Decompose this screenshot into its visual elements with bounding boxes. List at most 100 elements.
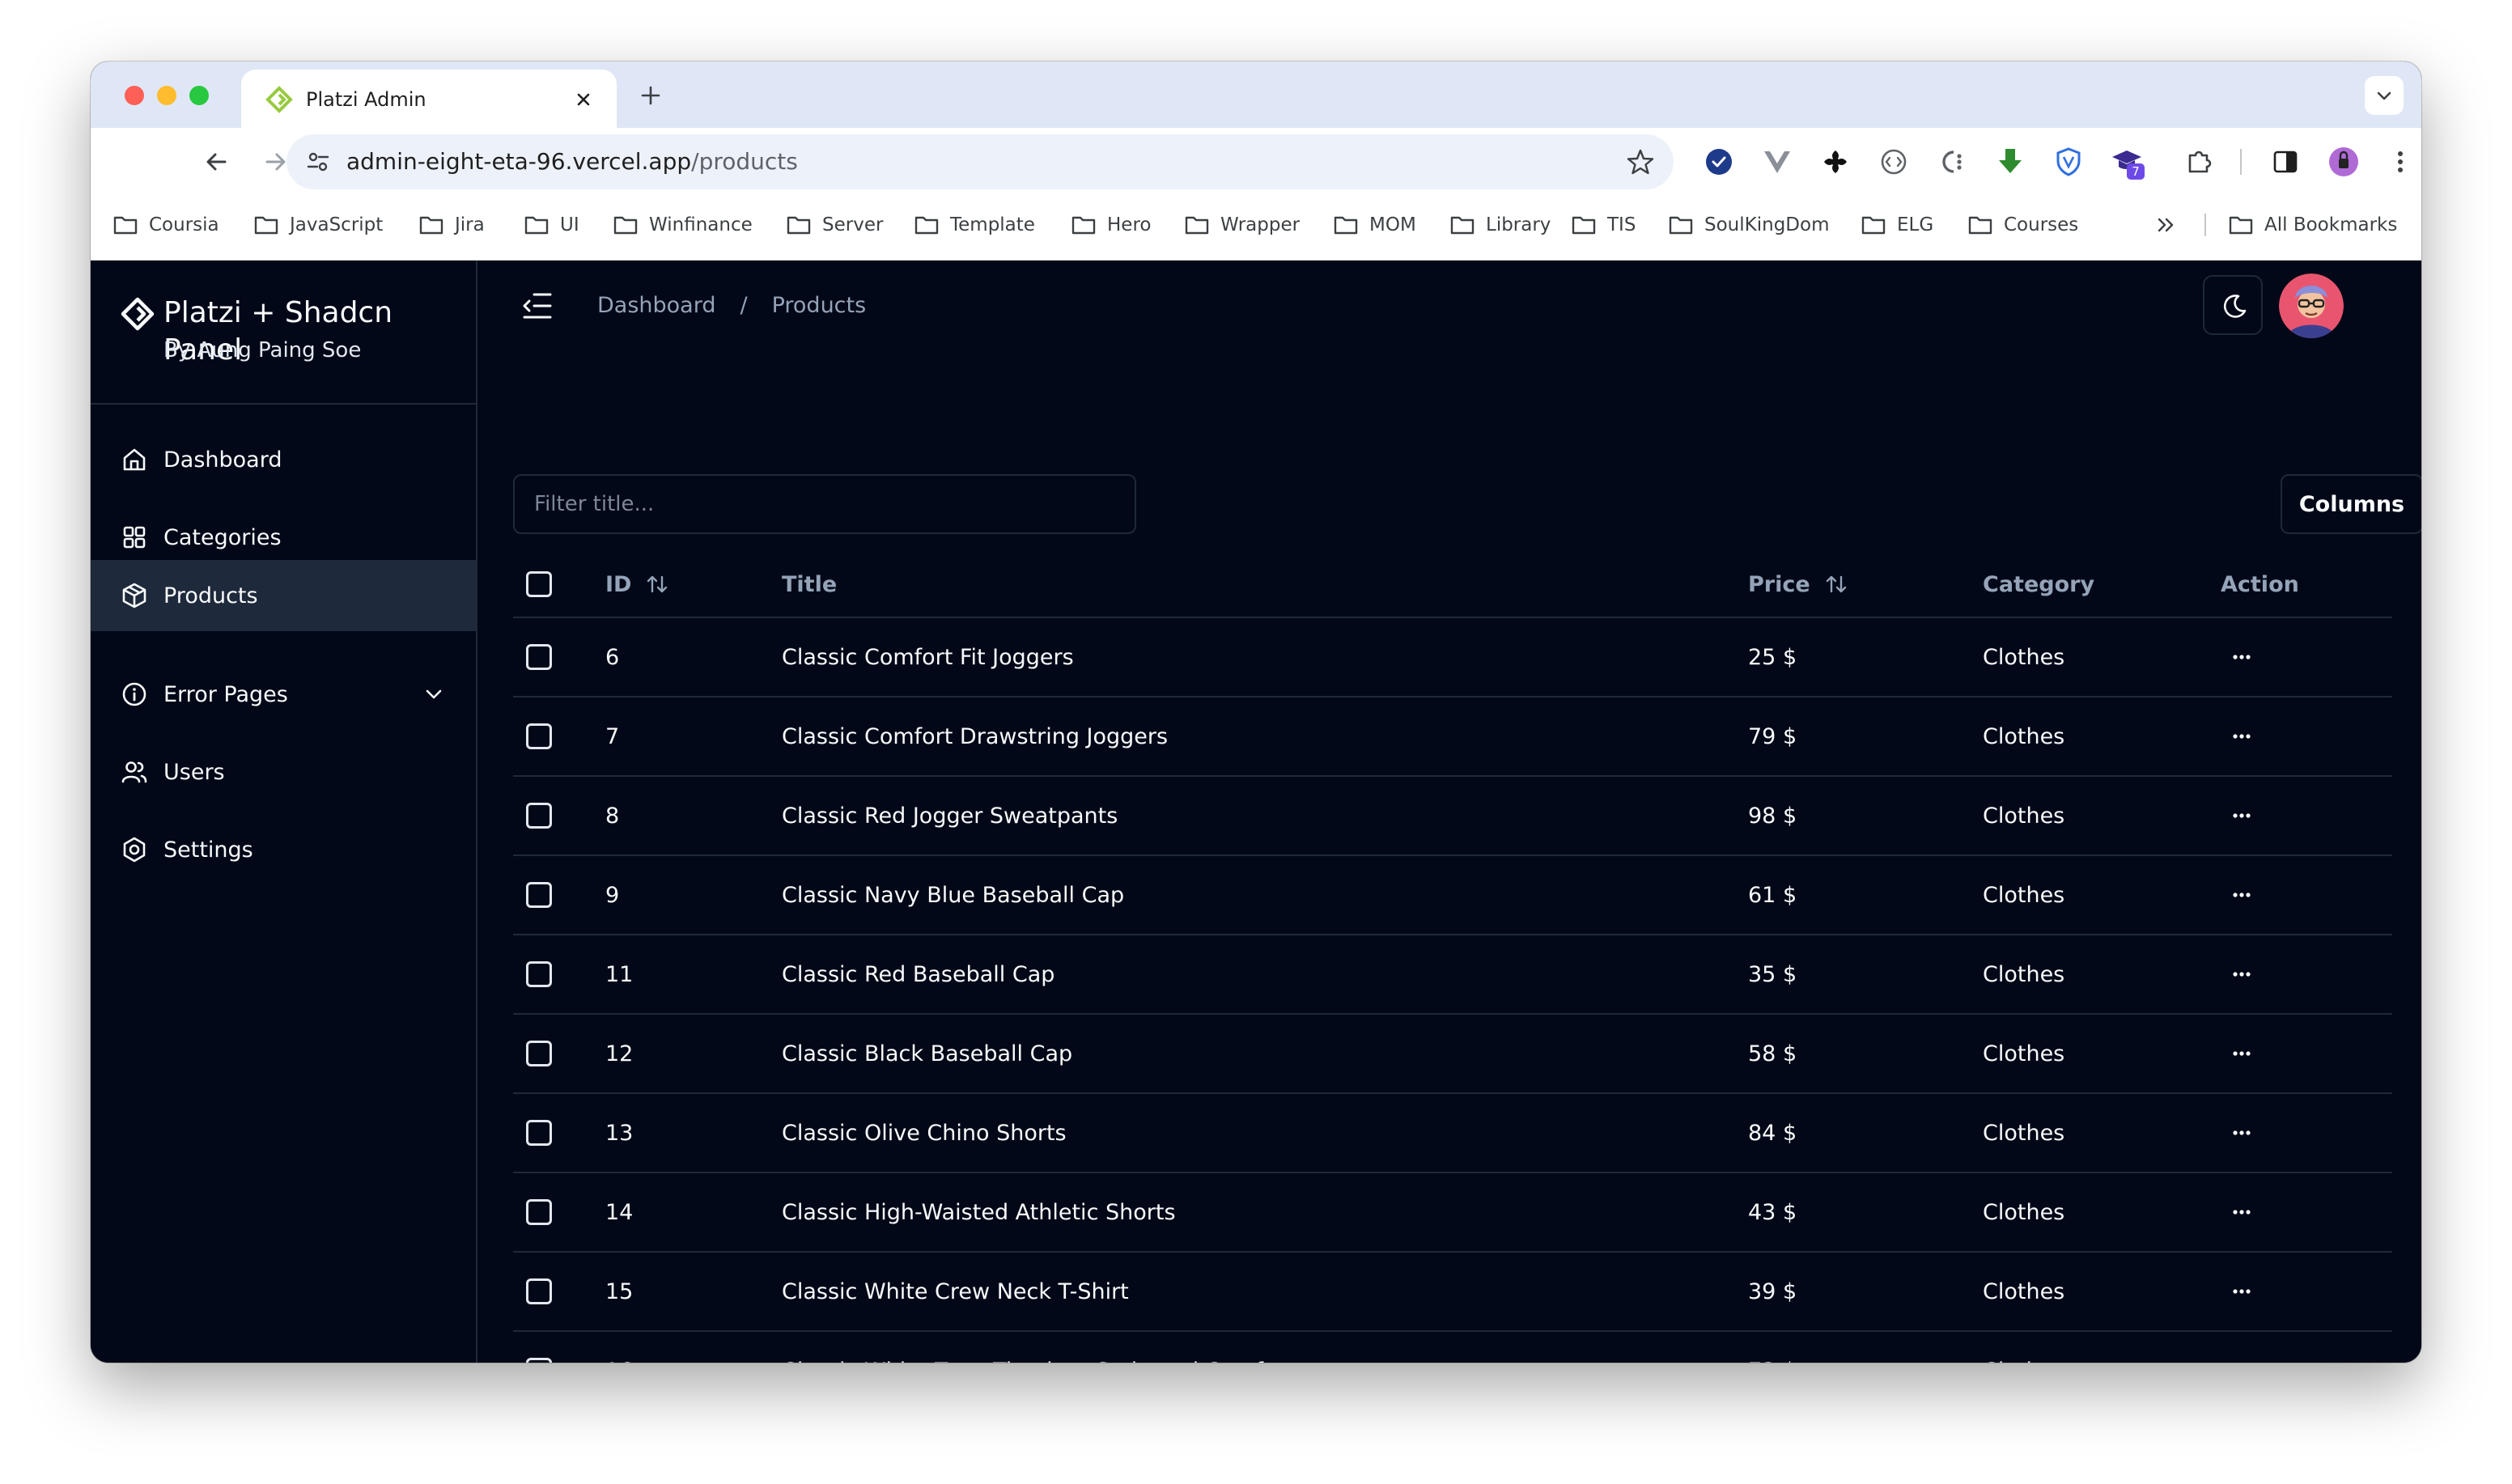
site-settings-icon[interactable] [304, 148, 332, 176]
row-checkbox[interactable] [526, 961, 552, 987]
sidebar-item-error-pages[interactable]: Error Pages [91, 659, 476, 730]
close-window-button[interactable] [125, 86, 144, 105]
row-checkbox[interactable] [526, 644, 552, 670]
theme-toggle-button[interactable] [2203, 275, 2263, 335]
columns-button[interactable]: Columns [2281, 474, 2421, 534]
colorzilla-extension-icon[interactable] [1934, 144, 1970, 180]
bookmark-label: Jira [455, 214, 485, 235]
select-all-checkbox[interactable] [526, 571, 552, 597]
more-horizontal-icon[interactable] [2227, 1039, 2256, 1068]
row-title: Classic White Crew Neck T-Shirt [782, 1278, 1129, 1304]
browser-menu-icon[interactable] [2383, 144, 2418, 180]
more-horizontal-icon[interactable] [2227, 1118, 2256, 1147]
more-horizontal-icon[interactable] [2227, 880, 2256, 909]
bookmark-item[interactable]: Wrapper [1185, 202, 1300, 248]
bookmark-item[interactable]: Library [1450, 202, 1551, 248]
more-horizontal-icon[interactable] [2227, 1356, 2256, 1363]
bookmark-item[interactable]: SoulKingDom [1669, 202, 1829, 248]
bookmark-item[interactable]: Jira [419, 202, 485, 248]
shield-extension-icon[interactable] [2051, 144, 2086, 180]
maximize-window-button[interactable] [189, 86, 209, 105]
row-checkbox[interactable] [526, 1199, 552, 1225]
browser-toolbar: admin-eight-eta-96.vercel.app/products 7… [91, 128, 2421, 261]
row-category: Clothes [1983, 1199, 2065, 1225]
sort-arrows-icon [647, 575, 668, 593]
chevron-down-icon[interactable] [421, 681, 447, 707]
new-tab-icon[interactable] [634, 79, 667, 112]
more-horizontal-icon[interactable] [2227, 642, 2256, 672]
code-extension-icon[interactable] [1876, 144, 1912, 180]
close-tab-icon[interactable] [570, 86, 597, 113]
bookmark-item[interactable]: UI [524, 202, 579, 248]
sidebar-toggle-icon[interactable] [520, 288, 555, 324]
more-bookmarks-button[interactable] [2154, 202, 2188, 248]
bookmark-item[interactable]: TIS [1572, 202, 1636, 248]
id-column-header[interactable]: ID [605, 552, 668, 617]
row-action-cell [2227, 1173, 2256, 1251]
row-checkbox[interactable] [526, 723, 552, 749]
row-checkbox[interactable] [526, 1120, 552, 1146]
all-bookmarks-item[interactable]: All Bookmarks [2229, 202, 2397, 248]
row-checkbox[interactable] [526, 803, 552, 829]
bookmark-item[interactable]: Template [914, 202, 1035, 248]
bookmark-star-icon[interactable] [1625, 146, 1656, 177]
vue-devtools-extension-icon[interactable] [1759, 144, 1795, 180]
url-host: admin-eight-eta-96.vercel.app [346, 148, 692, 175]
row-title: Classic Navy Blue Baseball Cap [782, 882, 1125, 908]
tab-title: Platzi Admin [306, 88, 426, 111]
bookmark-item[interactable]: Winfinance [613, 202, 753, 248]
download-extension-icon[interactable] [1992, 144, 2028, 180]
bookmark-item[interactable]: Courses [1968, 202, 2078, 248]
bookmark-item[interactable]: MOM [1334, 202, 1416, 248]
table-row: 12 Classic Black Baseball Cap 58 $ Clothes [513, 1015, 2392, 1094]
sidebar-item-products[interactable]: Products [91, 560, 476, 631]
row-price: 61 $ [1748, 882, 1797, 908]
bookmark-item[interactable]: ELG [1861, 202, 1933, 248]
folder-icon [914, 216, 939, 235]
extension-badge: 7 [2132, 164, 2140, 179]
side-panel-icon[interactable] [2268, 144, 2303, 180]
more-horizontal-icon[interactable] [2227, 722, 2256, 751]
sidebar-item-dashboard[interactable]: Dashboard [91, 424, 476, 495]
row-checkbox[interactable] [526, 1041, 552, 1066]
check-circle-extension-icon[interactable] [1701, 144, 1737, 180]
sidebar-item-settings[interactable]: Settings [91, 814, 476, 885]
row-id: 13 [605, 1120, 634, 1146]
more-horizontal-icon[interactable] [2227, 960, 2256, 989]
address-bar[interactable]: admin-eight-eta-96.vercel.app/products [286, 134, 1674, 189]
breadcrumb-dashboard[interactable]: Dashboard [597, 291, 715, 320]
graduation-cap-extension[interactable]: 7 [2109, 144, 2145, 180]
row-title: Classic High-Waisted Athletic Shorts [782, 1199, 1176, 1225]
tab-search-button[interactable] [2365, 76, 2404, 115]
folder-icon [1071, 216, 1096, 235]
pinwheel-extension-icon[interactable] [1818, 144, 1853, 180]
more-horizontal-icon[interactable] [2227, 1198, 2256, 1227]
row-id: 16 [605, 1332, 633, 1363]
row-checkbox[interactable] [526, 1358, 552, 1363]
back-icon[interactable] [197, 142, 236, 181]
extensions-puzzle-icon[interactable] [2182, 144, 2217, 180]
title-column-header: Title [782, 571, 838, 597]
bookmark-item[interactable]: Server [787, 202, 883, 248]
folder-icon [613, 216, 638, 235]
row-checkbox[interactable] [526, 1278, 552, 1304]
profile-avatar-icon[interactable] [2326, 144, 2361, 180]
more-horizontal-icon[interactable] [2227, 1277, 2256, 1306]
bookmark-item[interactable]: Hero [1071, 202, 1151, 248]
row-checkbox[interactable] [526, 882, 552, 908]
bookmark-label: JavaScript [290, 214, 384, 235]
table-row: 14 Classic High-Waisted Athletic Shorts 43… [513, 1173, 2392, 1253]
bookmark-item[interactable]: JavaScript [254, 202, 383, 248]
more-horizontal-icon[interactable] [2227, 801, 2256, 830]
sidebar-item-users[interactable]: Users [91, 736, 476, 808]
price-column-header[interactable]: Price [1748, 552, 1848, 617]
bookmark-label: Coursia [149, 214, 219, 235]
minimize-window-button[interactable] [157, 86, 176, 105]
folder-icon [1861, 216, 1886, 235]
browser-tab[interactable]: Platzi Admin [241, 70, 617, 128]
row-title: Classic Comfort Drawstring Joggers [782, 723, 1169, 749]
user-avatar[interactable] [2279, 273, 2344, 338]
graduation-cap-icon: 7 [2112, 151, 2145, 180]
filter-title-input[interactable] [513, 474, 1136, 534]
bookmark-item[interactable]: Coursia [113, 202, 219, 248]
